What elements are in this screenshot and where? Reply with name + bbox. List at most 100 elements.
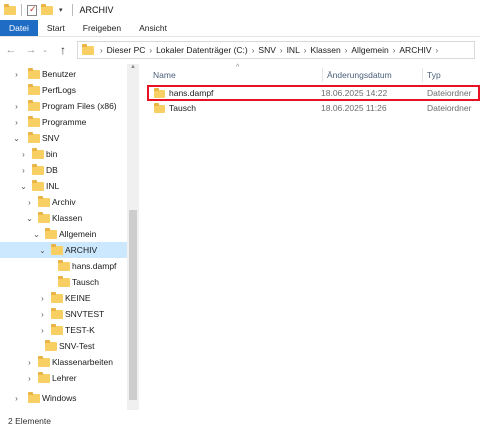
back-arrow-icon[interactable]: ← [4, 44, 18, 56]
expand-chevron-icon[interactable]: › [25, 358, 34, 367]
tree-item-label: DB [46, 165, 58, 175]
tab-ansicht[interactable]: Ansicht [130, 20, 176, 36]
ribbon-tabs: Datei Start Freigeben Ansicht [0, 20, 480, 37]
file-name: Tausch [169, 103, 196, 113]
tree-item-hans-dampf[interactable]: hans.dampf [0, 258, 127, 274]
properties-icon[interactable] [27, 4, 37, 16]
expand-chevron-icon[interactable]: › [12, 394, 21, 403]
breadcrumb-snv[interactable]: SNV [258, 45, 275, 55]
tree-item-label: TEST-K [65, 325, 95, 335]
file-row-tausch[interactable]: Tausch 18.06.2025 11:26 Dateiordner [148, 101, 478, 115]
tree-item-label: hans.dampf [72, 261, 117, 271]
expand-chevron-icon[interactable]: › [12, 118, 21, 127]
breadcrumb-dieser-pc[interactable]: Dieser PC [107, 45, 146, 55]
folder-icon [38, 211, 50, 223]
tree-item-inl[interactable]: ⌄ INL [0, 178, 127, 194]
status-item-count: 2 Elemente [8, 416, 51, 426]
chevron-right-icon[interactable]: › [436, 46, 439, 55]
new-folder-icon[interactable] [41, 3, 53, 15]
expand-chevron-icon[interactable]: › [25, 374, 34, 383]
tree-item-keine[interactable]: › KEINE [0, 290, 127, 306]
title-bar: ▾ ARCHIV [0, 0, 480, 20]
chevron-right-icon[interactable]: › [252, 46, 255, 55]
folder-icon [51, 307, 63, 319]
tree-item-db[interactable]: › DB [0, 162, 127, 178]
collapse-chevron-icon[interactable]: ⌄ [32, 230, 41, 239]
tab-start[interactable]: Start [38, 20, 74, 36]
expand-chevron-icon[interactable]: › [38, 310, 47, 319]
expand-chevron-icon[interactable]: › [19, 166, 28, 175]
expand-chevron-icon[interactable]: › [19, 150, 28, 159]
file-row-hans-dampf[interactable]: hans.dampf 18.06.2025 14:22 Dateiordner [147, 85, 480, 101]
tree-item-snvtest[interactable]: › SNVTEST [0, 306, 127, 322]
collapse-chevron-icon[interactable]: ⌄ [38, 246, 47, 255]
chevron-right-icon[interactable]: › [149, 46, 152, 55]
expand-chevron-icon[interactable]: › [38, 326, 47, 335]
collapse-chevron-icon[interactable]: ⌄ [12, 134, 21, 143]
recent-locations-icon[interactable]: ⌄ [40, 46, 50, 54]
expand-chevron-icon[interactable]: › [38, 294, 47, 303]
forward-arrow-icon[interactable]: → [24, 44, 38, 56]
column-divider[interactable] [322, 68, 323, 82]
tree-item-allgemein[interactable]: ⌄ Allgemein [0, 226, 127, 242]
folder-icon [28, 131, 40, 143]
tree-item-program-files-x86[interactable]: › Program Files (x86) [0, 98, 127, 114]
tree-item-label: Windows [42, 393, 77, 403]
column-header-type[interactable]: Typ [427, 70, 441, 80]
collapse-chevron-icon[interactable]: ⌄ [25, 214, 34, 223]
tree-item-label: INL [46, 181, 60, 191]
collapse-chevron-icon[interactable]: ⌄ [19, 182, 28, 191]
chevron-right-icon[interactable]: › [100, 46, 103, 55]
file-date: 18.06.2025 14:22 [321, 88, 388, 98]
breadcrumb-inl[interactable]: INL [287, 45, 300, 55]
folder-icon [154, 103, 165, 113]
navigation-pane: › Benutzer PerfLogs › Program Files (x86… [0, 64, 127, 410]
breadcrumb-klassen[interactable]: Klassen [310, 45, 340, 55]
sort-ascending-icon: ^ [236, 64, 240, 71]
column-header-name[interactable]: Name [153, 70, 176, 80]
tree-item-windows[interactable]: › Windows [0, 390, 127, 406]
tab-datei[interactable]: Datei [0, 20, 38, 36]
chevron-right-icon[interactable]: › [345, 46, 348, 55]
folder-icon [28, 67, 40, 79]
tree-item-benutzer[interactable]: › Benutzer [0, 66, 127, 82]
breadcrumb-archiv[interactable]: ARCHIV [399, 45, 431, 55]
folder-icon [32, 147, 44, 159]
tree-item-klassen[interactable]: ⌄ Klassen [0, 210, 127, 226]
breadcrumb-allgemein[interactable]: Allgemein [351, 45, 388, 55]
up-arrow-icon[interactable]: ↑ [56, 43, 70, 57]
chevron-right-icon[interactable]: › [393, 46, 396, 55]
column-header-date[interactable]: Änderungsdatum [327, 70, 392, 80]
breadcrumb-lokaler-datentraeger[interactable]: Lokaler Datenträger (C:) [156, 45, 248, 55]
customize-quick-access-icon[interactable]: ▾ [59, 6, 63, 14]
expand-chevron-icon[interactable]: › [12, 70, 21, 79]
tree-item-tausch[interactable]: Tausch [0, 274, 127, 290]
folder-icon [51, 323, 63, 335]
navigation-scrollbar[interactable]: ▲ [127, 64, 139, 410]
tree-item-bin[interactable]: › bin [0, 146, 127, 162]
folder-icon [28, 83, 40, 95]
scrollbar-thumb[interactable] [129, 210, 137, 400]
tree-item-archiv-selected[interactable]: ⌄ ARCHIV [0, 242, 127, 258]
folder-icon [45, 227, 57, 239]
folder-icon [28, 391, 40, 403]
chevron-right-icon[interactable]: › [280, 46, 283, 55]
tree-item-test-k[interactable]: › TEST-K [0, 322, 127, 338]
tree-item-perflogs[interactable]: PerfLogs [0, 82, 127, 98]
file-type: Dateiordner [427, 88, 472, 98]
tree-item-lehrer[interactable]: › Lehrer [0, 370, 127, 386]
expand-chevron-icon[interactable]: › [25, 198, 34, 207]
scroll-up-icon[interactable]: ▲ [127, 64, 139, 74]
column-divider[interactable] [422, 68, 423, 82]
tree-item-archiv-inl[interactable]: › Archiv [0, 194, 127, 210]
folder-icon [51, 291, 63, 303]
tree-item-programme[interactable]: › Programme [0, 114, 127, 130]
tree-item-snv[interactable]: ⌄ SNV [0, 130, 127, 146]
address-bar[interactable]: › Dieser PC › Lokaler Datenträger (C:) ›… [77, 41, 475, 59]
expand-chevron-icon[interactable]: › [12, 102, 21, 111]
tree-item-label: Lehrer [52, 373, 77, 383]
tab-freigeben[interactable]: Freigeben [74, 20, 130, 36]
tree-item-klassenarbeiten[interactable]: › Klassenarbeiten [0, 354, 127, 370]
tree-item-snv-test[interactable]: SNV-Test [0, 338, 127, 354]
chevron-right-icon[interactable]: › [304, 46, 307, 55]
